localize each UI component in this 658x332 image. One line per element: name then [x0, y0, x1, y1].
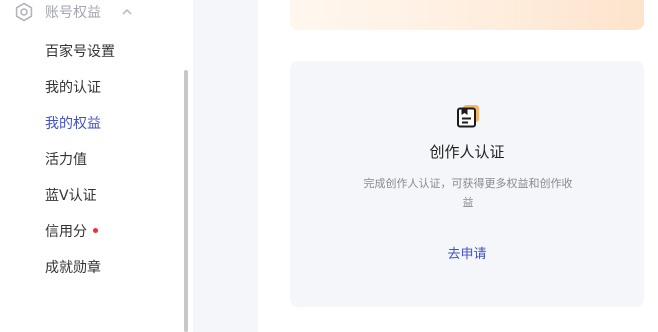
- sidebar-item-credit-score[interactable]: 信用分: [45, 221, 98, 243]
- card-description: 完成创作人认证，可获得更多权益和创作收益: [363, 177, 573, 209]
- section-header-account-rights[interactable]: 账号权益: [14, 0, 133, 24]
- sidebar-item-my-certification[interactable]: 我的认证: [45, 77, 101, 99]
- creator-certification-card: 创作人认证 完成创作人认证，可获得更多权益和创作收益 去申请: [290, 61, 644, 307]
- certificate-icon: [457, 105, 479, 128]
- sidebar-item-label: 我的权益: [45, 116, 101, 132]
- sidebar-item-label: 信用分: [45, 224, 87, 240]
- promo-banner: [290, 0, 644, 30]
- sidebar-item-label: 活力值: [45, 152, 87, 168]
- sidebar-item-vitality[interactable]: 活力值: [45, 149, 87, 171]
- sidebar-item-label: 成就勋章: [45, 260, 101, 276]
- sidebar: 账号权益 百家号设置 我的认证 我的权益 活力值 蓝V认证 信用分 成就勋章: [0, 0, 193, 332]
- sidebar-item-my-rights[interactable]: 我的权益: [45, 113, 101, 135]
- sidebar-item-blue-v-certification[interactable]: 蓝V认证: [45, 185, 97, 207]
- gear-icon: [15, 2, 33, 22]
- sidebar-item-label: 蓝V认证: [45, 188, 97, 204]
- sidebar-scrollbar[interactable]: [184, 70, 188, 332]
- sidebar-item-achievement-medals[interactable]: 成就勋章: [45, 257, 101, 279]
- sidebar-item-label: 百家号设置: [45, 44, 115, 60]
- main-content: 创作人认证 完成创作人认证，可获得更多权益和创作收益 去申请: [258, 0, 658, 332]
- notification-dot-icon: [93, 227, 98, 233]
- section-title: 账号权益: [45, 5, 101, 21]
- apply-link[interactable]: 去申请: [290, 243, 644, 262]
- sidebar-item-baijiahao-settings[interactable]: 百家号设置: [45, 41, 115, 63]
- card-title: 创作人认证: [429, 143, 505, 161]
- sidebar-item-label: 我的认证: [45, 80, 101, 96]
- chevron-up-icon[interactable]: [121, 6, 133, 18]
